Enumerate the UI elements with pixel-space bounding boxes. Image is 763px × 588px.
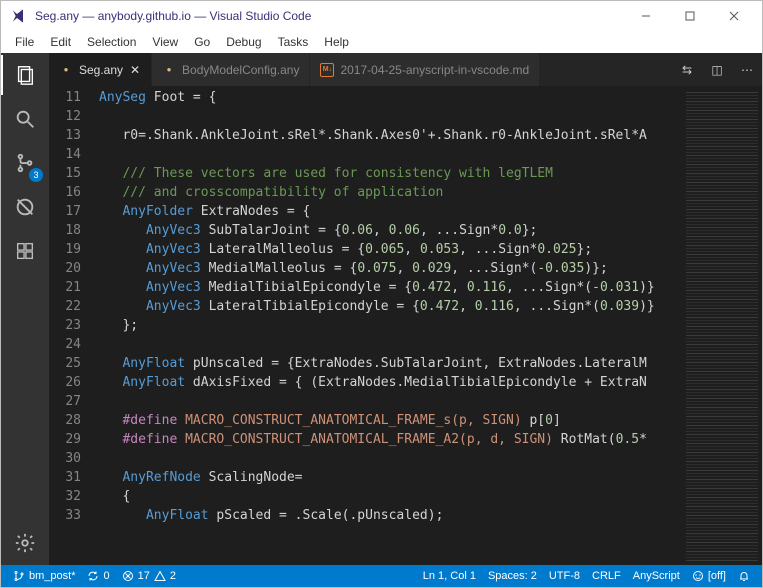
window-title: Seg.any — anybody.github.io — Visual Stu… [35, 9, 624, 23]
code-line[interactable]: #define MACRO_CONSTRUCT_ANATOMICAL_FRAME… [95, 411, 682, 430]
line-numbers: 1112131415161718192021222324252627282930… [49, 86, 95, 565]
menu-selection[interactable]: Selection [79, 33, 144, 51]
code-line[interactable]: AnyFloat dAxisFixed = { (ExtraNodes.Medi… [95, 373, 682, 392]
editor-body[interactable]: 1112131415161718192021222324252627282930… [49, 86, 762, 565]
status-bar: bm_post* 0 17 2 Ln 1, Col 1 Spaces: 2 UT… [1, 565, 762, 587]
markdown-icon: M↓ [320, 63, 334, 77]
code-line[interactable]: { [95, 487, 682, 506]
minimap[interactable] [682, 86, 762, 565]
settings-button[interactable] [1, 521, 49, 565]
code-line[interactable]: #define MACRO_CONSTRUCT_ANATOMICAL_FRAME… [95, 430, 682, 449]
code-line[interactable] [95, 107, 682, 126]
code-line[interactable]: AnyRefNode ScalingNode= [95, 468, 682, 487]
split-icon[interactable]: ◫ [702, 53, 732, 86]
debug-button[interactable] [1, 185, 49, 229]
status-position[interactable]: Ln 1, Col 1 [417, 570, 482, 582]
more-icon[interactable]: ⋯ [732, 53, 762, 86]
code-line[interactable] [95, 335, 682, 354]
status-problems[interactable]: 17 2 [116, 570, 182, 582]
code-line[interactable]: AnyFloat pScaled = .Scale(.pUnscaled); [95, 506, 682, 525]
menu-go[interactable]: Go [186, 33, 218, 51]
title-bar: Seg.any — anybody.github.io — Visual Stu… [1, 1, 762, 31]
menu-bar: FileEditSelectionViewGoDebugTasksHelp [1, 31, 762, 53]
minimize-button[interactable] [624, 1, 668, 31]
menu-view[interactable]: View [144, 33, 186, 51]
code-line[interactable]: AnyVec3 MedialTibialEpicondyle = {0.472,… [95, 278, 682, 297]
status-sync[interactable]: 0 [81, 570, 115, 582]
tab-label: BodyModelConfig.any [182, 63, 299, 77]
menu-tasks[interactable]: Tasks [270, 33, 317, 51]
tab-seg-any[interactable]: ● Seg.any ✕ [49, 53, 152, 86]
code-line[interactable]: r0=.Shank.AnkleJoint.sRel*.Shank.Axes0'+… [95, 126, 682, 145]
activity-bar: 3 [1, 53, 49, 565]
code-line[interactable] [95, 145, 682, 164]
code-line[interactable]: AnyVec3 LateralTibialEpicondyle = {0.472… [95, 297, 682, 316]
status-feedback[interactable]: [off] [686, 570, 732, 582]
status-notifications[interactable] [732, 570, 756, 582]
tab-bodymodelconfig-any[interactable]: ● BodyModelConfig.any [152, 53, 310, 86]
workbench: 3 ● Seg.any ✕ ● BodyModelConfig.any M↓ 2017-04… [1, 53, 762, 565]
code-line[interactable]: }; [95, 316, 682, 335]
menu-file[interactable]: File [7, 33, 42, 51]
scm-button[interactable]: 3 [1, 141, 49, 185]
tab-2017-04-25-anyscript-in-vscode-md[interactable]: M↓ 2017-04-25-anyscript-in-vscode.md [310, 53, 540, 86]
code-line[interactable] [95, 392, 682, 411]
status-branch[interactable]: bm_post* [7, 570, 81, 582]
editor-area: ● Seg.any ✕ ● BodyModelConfig.any M↓ 2017-04-2… [49, 53, 762, 565]
file-modified-icon: ● [59, 63, 73, 77]
menu-debug[interactable]: Debug [218, 33, 269, 51]
code-content[interactable]: AnySeg Foot = { r0=.Shank.AnkleJoint.sRe… [95, 86, 682, 565]
extensions-button[interactable] [1, 229, 49, 273]
code-line[interactable]: AnyFolder ExtraNodes = { [95, 202, 682, 221]
code-line[interactable] [95, 449, 682, 468]
menu-edit[interactable]: Edit [42, 33, 79, 51]
tab-bar: ● Seg.any ✕ ● BodyModelConfig.any M↓ 2017-04-2… [49, 53, 762, 86]
compare-icon[interactable]: ⇆ [672, 53, 702, 86]
code-line[interactable]: /// These vectors are used for consisten… [95, 164, 682, 183]
vscode-logo [11, 8, 27, 24]
tab-label: Seg.any [79, 63, 123, 77]
code-line[interactable]: AnyFloat pUnscaled = {ExtraNodes.SubTala… [95, 354, 682, 373]
code-line[interactable]: AnyVec3 LateralMalleolus = {0.065, 0.053… [95, 240, 682, 259]
status-language[interactable]: AnyScript [627, 570, 686, 582]
menu-help[interactable]: Help [316, 33, 357, 51]
status-encoding[interactable]: UTF-8 [543, 570, 586, 582]
code-line[interactable]: AnyVec3 SubTalarJoint = {0.06, 0.06, ...… [95, 221, 682, 240]
status-spaces[interactable]: Spaces: 2 [482, 570, 543, 582]
close-tab-icon[interactable]: ✕ [129, 63, 141, 77]
code-line[interactable]: AnySeg Foot = { [95, 88, 682, 107]
maximize-button[interactable] [668, 1, 712, 31]
status-eol[interactable]: CRLF [586, 570, 627, 582]
search-button[interactable] [1, 97, 49, 141]
tab-label: 2017-04-25-anyscript-in-vscode.md [340, 63, 529, 77]
scm-badge: 3 [29, 168, 43, 182]
close-window-button[interactable] [712, 1, 756, 31]
file-modified-icon: ● [162, 63, 176, 77]
explorer-button[interactable] [1, 53, 49, 97]
code-line[interactable]: AnyVec3 MedialMalleolus = {0.075, 0.029,… [95, 259, 682, 278]
code-line[interactable]: /// and crosscompatibility of applicatio… [95, 183, 682, 202]
